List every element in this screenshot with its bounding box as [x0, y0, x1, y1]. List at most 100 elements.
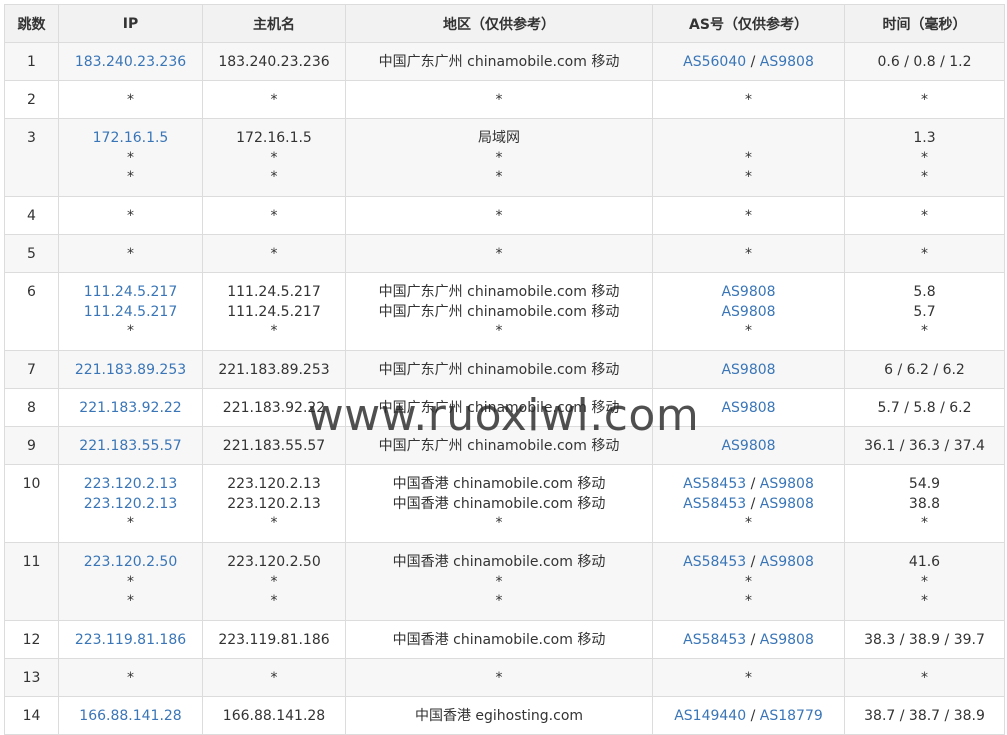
- asn-link[interactable]: AS9808: [760, 554, 814, 570]
- asn-cell: AS58453 / AS9808 * *: [652, 542, 845, 621]
- hop-cell: 9: [4, 426, 59, 465]
- table-row: 10 223.120.2.13 223.120.2.13 * 223.120.2.13 2…: [4, 464, 1005, 543]
- asn-line: AS9808: [653, 361, 844, 381]
- hostname-text: 223.120.2.13: [227, 495, 321, 512]
- hostname-cell: 223.119.81.186: [202, 620, 346, 659]
- time-cell: 1.3 * *: [844, 118, 1005, 197]
- time-text: 6 / 6.2 / 6.2: [884, 362, 965, 378]
- ip-link[interactable]: 183.240.23.236: [59, 53, 202, 73]
- table-row: 12 223.119.81.186 223.119.81.186 中国香港 china…: [4, 620, 1005, 659]
- asn-link[interactable]: AS18779: [760, 708, 823, 724]
- region-text: 中国香港 chinamobile.com 移动: [392, 476, 606, 492]
- region-text: 局域网: [478, 130, 520, 146]
- time-cell: *: [844, 196, 1005, 235]
- header-time: 时间（毫秒）: [844, 4, 1005, 43]
- ip-link[interactable]: 221.183.92.22: [59, 399, 202, 419]
- asn-line: AS58453 / AS9808: [653, 495, 844, 515]
- ip-link[interactable]: 223.120.2.13: [59, 495, 202, 515]
- time-text: *: [921, 169, 928, 185]
- asn-line: AS58453 / AS9808: [653, 631, 844, 651]
- asn-separator: /: [746, 54, 760, 70]
- asn-cell: * *: [652, 118, 845, 197]
- asn-link[interactable]: AS9808: [760, 54, 814, 70]
- asn-empty: *: [745, 92, 752, 108]
- ip-link[interactable]: 223.119.81.186: [59, 631, 202, 651]
- hostname-cell: 223.120.2.13 223.120.2.13 *: [202, 464, 346, 543]
- asn-empty: *: [745, 670, 752, 686]
- asn-cell: *: [652, 196, 845, 235]
- asn-link[interactable]: AS58453: [683, 476, 746, 492]
- asn-line: *: [653, 592, 844, 612]
- asn-link[interactable]: AS58453: [683, 496, 746, 512]
- region-cell: 中国香港 chinamobile.com 移动 中国香港 chinamobile.…: [345, 464, 653, 543]
- time-text: *: [921, 149, 928, 166]
- ip-empty: *: [127, 670, 134, 686]
- time-cell: 6 / 6.2 / 6.2: [844, 350, 1005, 389]
- ip-cell: *: [58, 234, 203, 273]
- asn-link[interactable]: AS58453: [683, 554, 746, 570]
- time-cell: 38.3 / 38.9 / 39.7: [844, 620, 1005, 659]
- asn-link[interactable]: AS9808: [721, 400, 775, 416]
- time-cell: 5.8 5.7 *: [844, 272, 1005, 351]
- hostname-text: 221.183.55.57: [222, 438, 326, 454]
- region-cell: *: [345, 234, 653, 273]
- table-row: 9 221.183.55.57 221.183.55.57 中国广东广州 chinam…: [4, 426, 1005, 465]
- hostname-cell: 221.183.89.253: [202, 350, 346, 389]
- table-row: 11 223.120.2.50 * * 223.120.2.50 * * 中国香港 china…: [4, 542, 1005, 621]
- hostname-cell: *: [202, 196, 346, 235]
- region-cell: 中国香港 egihosting.com: [345, 696, 653, 735]
- asn-line: AS9808: [653, 283, 844, 303]
- asn-link[interactable]: AS58453: [683, 632, 746, 648]
- asn-empty: *: [745, 149, 752, 166]
- header-asn: AS号（仅供参考）: [652, 4, 845, 43]
- ip-cell: 183.240.23.236: [58, 42, 203, 81]
- asn-cell: *: [652, 80, 845, 119]
- ip-empty: *: [127, 573, 134, 590]
- time-cell: 41.6 * *: [844, 542, 1005, 621]
- hostname-cell: 221.183.92.22: [202, 388, 346, 427]
- time-cell: *: [844, 658, 1005, 697]
- hop-cell: 12: [4, 620, 59, 659]
- table-header-row: 跳数 IP 主机名 地区（仅供参考） AS号（仅供参考） 时间（毫秒）: [4, 4, 1005, 43]
- asn-link[interactable]: AS9808: [760, 632, 814, 648]
- region-text: *: [495, 573, 503, 590]
- ip-link[interactable]: 111.24.5.217: [59, 283, 202, 303]
- asn-link[interactable]: AS9808: [721, 362, 775, 378]
- ip-link[interactable]: 223.120.2.13: [59, 475, 202, 495]
- ip-link[interactable]: 223.120.2.50: [59, 553, 202, 573]
- time-text: *: [921, 670, 928, 686]
- region-cell: 中国广东广州 chinamobile.com 移动: [345, 42, 653, 81]
- hostname-text: 111.24.5.217: [227, 284, 321, 300]
- ip-link[interactable]: 172.16.1.5: [59, 129, 202, 149]
- time-text: 5.7: [913, 303, 936, 320]
- hostname-text: 223.119.81.186: [218, 632, 330, 648]
- ip-link[interactable]: 221.183.55.57: [59, 437, 202, 457]
- hostname-text: *: [270, 246, 278, 262]
- asn-cell: AS9808: [652, 350, 845, 389]
- asn-link[interactable]: AS9808: [721, 304, 775, 320]
- ip-link[interactable]: 221.183.89.253: [59, 361, 202, 381]
- asn-link[interactable]: AS9808: [721, 284, 775, 300]
- table-row: 13 * * * * *: [4, 658, 1005, 697]
- header-region: 地区（仅供参考）: [345, 4, 653, 43]
- asn-empty: *: [745, 573, 752, 590]
- ip-link[interactable]: 111.24.5.217: [59, 303, 202, 323]
- region-text: *: [495, 323, 503, 339]
- region-text: 中国香港 chinamobile.com 移动: [392, 632, 606, 648]
- asn-link[interactable]: AS9808: [721, 438, 775, 454]
- region-text: *: [495, 246, 503, 262]
- hostname-cell: 111.24.5.217 111.24.5.217 *: [202, 272, 346, 351]
- hop-cell: 14: [4, 696, 59, 735]
- region-cell: 中国香港 chinamobile.com 移动: [345, 620, 653, 659]
- time-text: *: [921, 515, 928, 531]
- ip-empty: *: [127, 208, 134, 224]
- ip-cell: 221.183.55.57: [58, 426, 203, 465]
- region-cell: *: [345, 196, 653, 235]
- asn-link[interactable]: AS149440: [674, 708, 746, 724]
- region-cell: *: [345, 80, 653, 119]
- asn-line: AS58453 / AS9808: [653, 475, 844, 495]
- asn-link[interactable]: AS9808: [760, 496, 814, 512]
- asn-link[interactable]: AS56040: [683, 54, 746, 70]
- asn-cell: *: [652, 234, 845, 273]
- asn-link[interactable]: AS9808: [760, 476, 814, 492]
